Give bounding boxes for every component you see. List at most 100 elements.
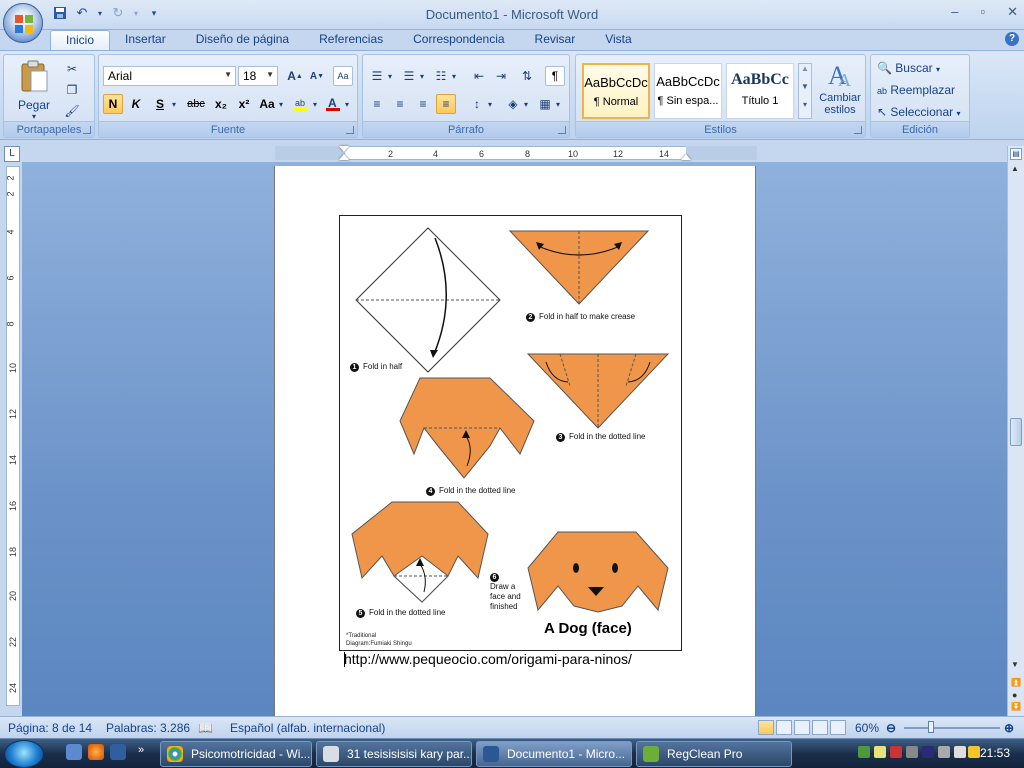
shading-icon[interactable]: ◈	[503, 94, 523, 114]
taskbar-clock[interactable]: 21:53	[980, 746, 1010, 760]
justify-icon[interactable]: ≡	[436, 94, 456, 114]
style-normal[interactable]: AaBbCcDc ¶ Normal	[582, 63, 650, 119]
bold-button[interactable]: N	[103, 94, 123, 114]
word-count[interactable]: Palabras: 3.286	[106, 721, 190, 735]
task-word-documento1[interactable]: Documento1 - Micro...	[476, 741, 632, 767]
first-line-indent-marker[interactable]	[339, 146, 349, 152]
superscript-button[interactable]: x²	[234, 94, 254, 114]
outline-view-icon[interactable]	[812, 720, 828, 735]
vertical-ruler[interactable]: 2 2 4 6 8 10 12 14 16 18 20 22 24	[6, 166, 20, 706]
help-icon[interactable]: ?	[1005, 32, 1019, 46]
task-regclean[interactable]: RegClean Pro	[636, 741, 792, 767]
font-dialog-launcher[interactable]	[346, 126, 354, 134]
font-family-combo[interactable]: Arial ▼	[103, 66, 236, 86]
find-button[interactable]: 🔍 Buscar ▾	[877, 61, 940, 75]
bullets-dropdown-icon[interactable]: ▾	[385, 66, 395, 86]
select-button[interactable]: ↖ Seleccionar ▾	[877, 105, 960, 119]
copy-icon[interactable]: ❐	[62, 80, 82, 100]
tab-referencias[interactable]: Referencias	[304, 30, 398, 50]
task-tesis-document[interactable]: 31 tesisisisisi kary par...	[316, 741, 472, 767]
tray-power-icon[interactable]	[906, 746, 918, 758]
styles-scroll-down-icon[interactable]: ▼	[799, 82, 811, 100]
document-url-text[interactable]: http://www.pequeocio.com/origami-para-ni…	[344, 651, 632, 667]
tray-notes-icon[interactable]	[874, 746, 886, 758]
line-spacing-dropdown-icon[interactable]: ▾	[485, 94, 495, 114]
print-layout-view-icon[interactable]	[758, 720, 774, 735]
draft-view-icon[interactable]	[830, 720, 846, 735]
borders-dropdown-icon[interactable]: ▾	[553, 94, 563, 114]
tray-network-icon[interactable]	[858, 746, 870, 758]
italic-button[interactable]: K	[126, 94, 146, 114]
tab-vista[interactable]: Vista	[590, 30, 646, 50]
font-color-icon[interactable]: A	[323, 94, 343, 114]
paragraph-dialog-launcher[interactable]	[558, 126, 566, 134]
tray-volume-icon[interactable]	[954, 746, 966, 758]
align-right-icon[interactable]: ≡	[413, 94, 433, 114]
underline-dropdown-icon[interactable]: ▾	[169, 94, 179, 114]
paste-button[interactable]: Pegar ▾	[14, 59, 54, 121]
borders-icon[interactable]: ▦	[535, 94, 555, 114]
full-screen-reading-view-icon[interactable]	[776, 720, 792, 735]
proofing-icon[interactable]: 📖	[198, 721, 213, 735]
paste-dropdown-icon[interactable]: ▾	[14, 112, 54, 121]
styles-more-icon[interactable]: ▾	[799, 100, 811, 118]
scroll-down-icon[interactable]: ▼	[1011, 660, 1019, 669]
font-family-dropdown-icon[interactable]: ▼	[224, 70, 232, 79]
right-indent-marker[interactable]	[681, 154, 691, 160]
calendar-app-icon[interactable]	[110, 744, 126, 760]
styles-dialog-launcher[interactable]	[854, 126, 862, 134]
tray-display-icon[interactable]	[938, 746, 950, 758]
multilevel-list-dropdown-icon[interactable]: ▾	[449, 66, 459, 86]
styles-scroll-up-icon[interactable]: ▲	[799, 64, 811, 82]
zoom-level[interactable]: 60%	[855, 721, 879, 735]
font-color-dropdown-icon[interactable]: ▾	[342, 94, 352, 114]
zoom-out-icon[interactable]: ⊖	[886, 721, 896, 735]
show-formatting-marks-icon[interactable]: ¶	[545, 66, 565, 86]
show-desktop-icon[interactable]	[66, 744, 82, 760]
ruler-tab-selector[interactable]: L	[4, 146, 20, 162]
align-center-icon[interactable]: ≡	[390, 94, 410, 114]
shrink-font-icon[interactable]: A ▼	[307, 66, 327, 86]
multilevel-list-icon[interactable]: ☷	[431, 66, 451, 86]
align-left-icon[interactable]: ≡	[367, 94, 387, 114]
previous-page-icon[interactable]: ⏫	[1011, 678, 1021, 687]
tray-app-icon[interactable]	[922, 746, 934, 758]
start-button[interactable]	[4, 740, 44, 768]
change-case-dropdown-icon[interactable]: ▾	[276, 94, 286, 114]
numbering-icon[interactable]: ☰	[399, 66, 419, 86]
change-case-button[interactable]: Aa	[257, 94, 277, 114]
strikethrough-button[interactable]: abc	[184, 94, 208, 114]
zoom-slider[interactable]	[904, 727, 1000, 729]
find-dropdown-icon[interactable]: ▾	[936, 65, 940, 74]
select-dropdown-icon[interactable]: ▾	[956, 109, 960, 118]
zoom-slider-thumb[interactable]	[928, 721, 934, 733]
tab-diseno-pagina[interactable]: Diseño de página	[181, 30, 304, 50]
hanging-indent-marker[interactable]	[339, 154, 349, 160]
task-psicomotricidad[interactable]: Psicomotricidad - Wi...	[160, 741, 312, 767]
grow-font-icon[interactable]: A ▲	[285, 66, 305, 86]
increase-indent-icon[interactable]: ⇥	[491, 66, 511, 86]
font-size-combo[interactable]: 18 ▼	[238, 66, 278, 86]
highlight-icon[interactable]: ab	[291, 94, 311, 114]
ruler-view-toggle-icon[interactable]: ▤	[1010, 148, 1022, 160]
change-styles-button[interactable]: A A Cambiar estilos	[816, 59, 864, 121]
language-indicator[interactable]: Español (alfab. internacional)	[230, 721, 385, 735]
numbering-dropdown-icon[interactable]: ▾	[417, 66, 427, 86]
style-heading-1[interactable]: AaBbCc Título 1	[726, 63, 794, 119]
style-no-spacing[interactable]: AaBbCcDc ¶ Sin espa...	[654, 63, 722, 119]
shading-dropdown-icon[interactable]: ▾	[521, 94, 531, 114]
minimize-button[interactable]: –	[951, 4, 958, 20]
sort-icon[interactable]: ⇅	[517, 66, 537, 86]
bullets-icon[interactable]: ☰	[367, 66, 387, 86]
browse-object-icon[interactable]: ●	[1012, 690, 1017, 700]
tray-security-icon[interactable]	[890, 746, 902, 758]
maximize-button[interactable]: ▫	[980, 4, 985, 20]
format-painter-icon[interactable]: 🖌	[62, 101, 82, 121]
tab-revisar[interactable]: Revisar	[520, 30, 591, 50]
vertical-scrollbar[interactable]: ▤ ▲ ▼ ⏫ ● ⏬	[1007, 146, 1024, 716]
zoom-in-icon[interactable]: ⊕	[1004, 721, 1014, 735]
tab-inicio[interactable]: Inicio	[50, 30, 111, 50]
highlight-dropdown-icon[interactable]: ▾	[310, 94, 320, 114]
firefox-icon[interactable]	[88, 744, 104, 760]
next-page-icon[interactable]: ⏬	[1011, 702, 1021, 711]
